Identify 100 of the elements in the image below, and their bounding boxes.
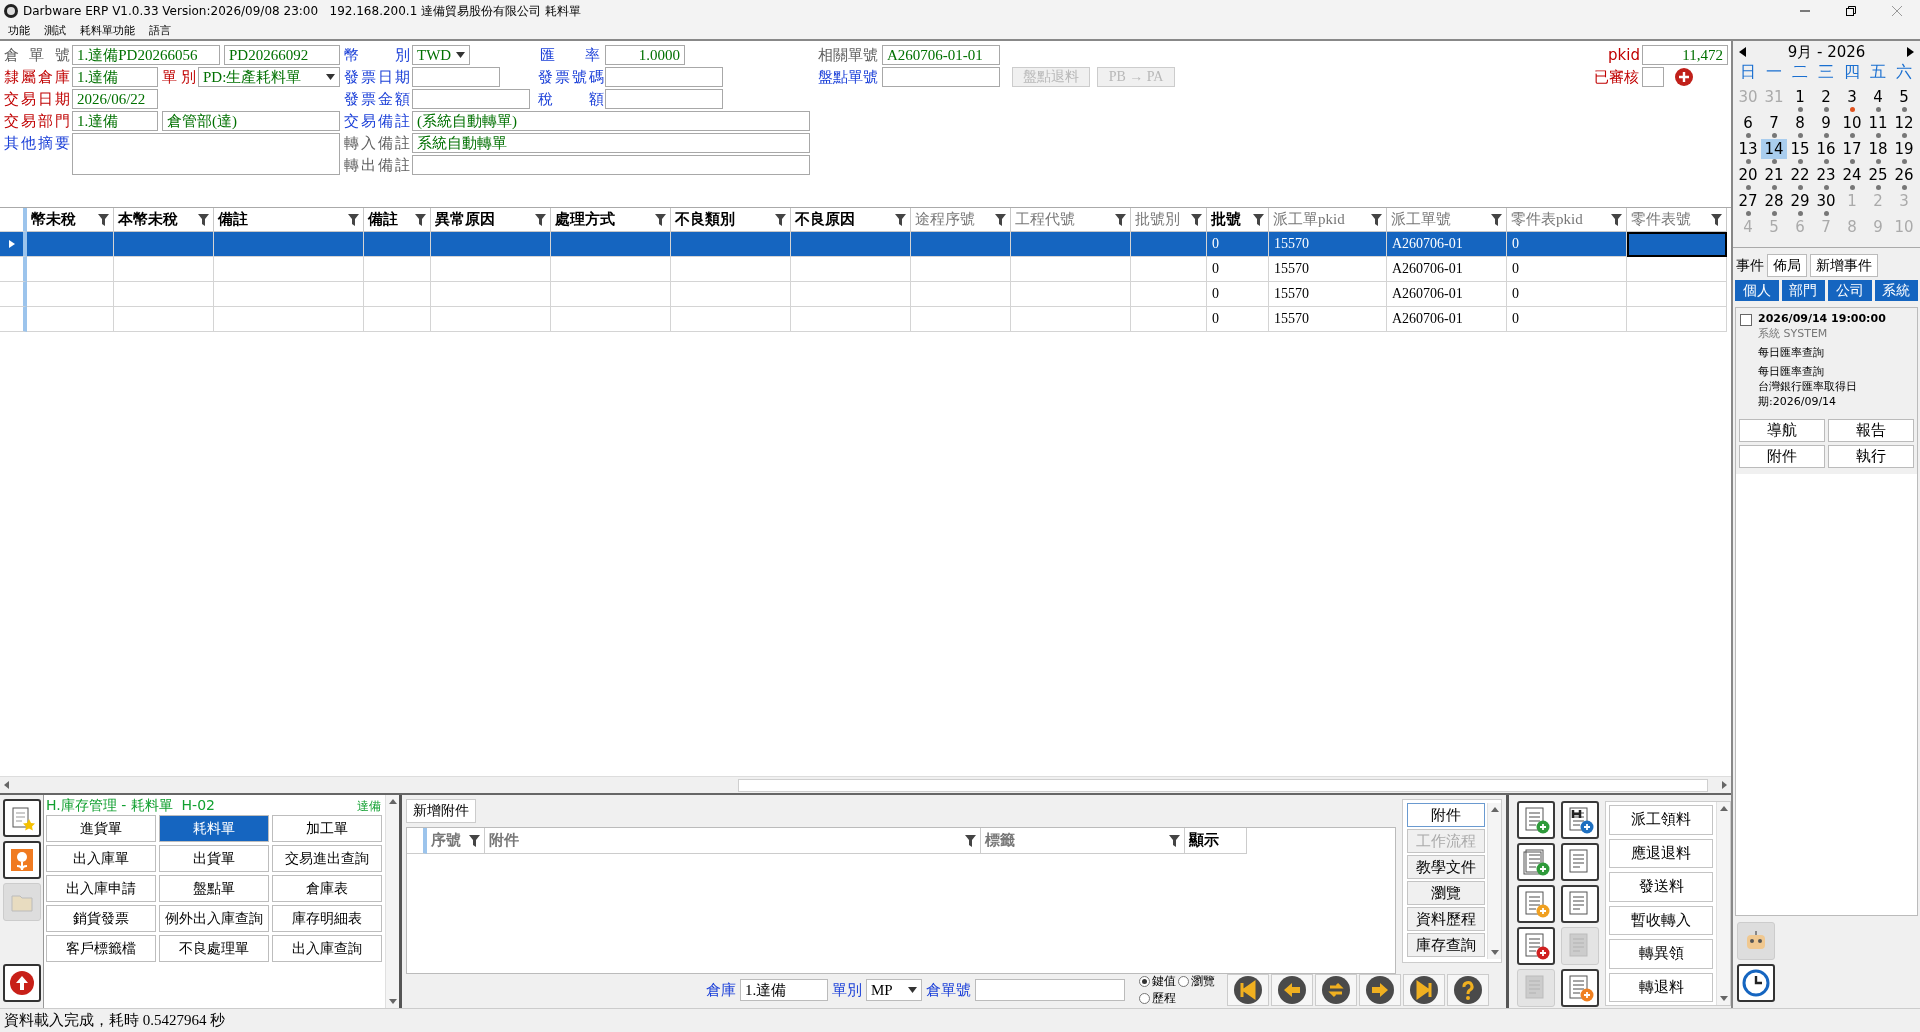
docs-add-button[interactable] <box>1517 843 1555 881</box>
event-tab[interactable]: 公司 <box>1828 280 1872 301</box>
checkbox[interactable] <box>1740 314 1752 326</box>
calendar-day[interactable]: 21 <box>1761 165 1787 185</box>
calendar-day[interactable]: 17 <box>1839 139 1865 159</box>
module-button[interactable]: 例外出入庫查詢 <box>159 905 269 932</box>
calendar-day[interactable]: 11 <box>1865 113 1891 133</box>
filter-icon[interactable] <box>775 213 786 226</box>
nav-button[interactable] <box>1447 974 1489 1006</box>
side-button[interactable]: 資料歷程 <box>1407 907 1485 931</box>
input-field[interactable]: (系統自動轉單) <box>412 111 810 131</box>
next-month-icon[interactable] <box>1906 47 1914 57</box>
menu-item[interactable]: 測試 <box>44 23 66 38</box>
filter-icon[interactable] <box>1611 213 1622 226</box>
radio-button[interactable]: 歷程 <box>1139 990 1176 1007</box>
dropdown[interactable]: PD:生產耗料單 <box>198 67 340 87</box>
event-toolbar-button[interactable]: 佈局 <box>1767 254 1807 277</box>
module-button[interactable]: 銷貨發票 <box>46 905 156 932</box>
input-field[interactable]: PD20266092 <box>224 45 340 65</box>
column-header[interactable]: 顯示 <box>1185 828 1247 854</box>
filter-icon[interactable] <box>469 834 480 847</box>
radio-button[interactable]: 瀏覽 <box>1178 973 1215 990</box>
calendar-day[interactable]: 18 <box>1865 139 1891 159</box>
calendar-day[interactable]: 2 <box>1818 87 1834 107</box>
calendar-day[interactable]: 30 <box>1813 191 1839 211</box>
input-field[interactable] <box>412 89 530 109</box>
nav-button[interactable] <box>1315 974 1357 1006</box>
input-field[interactable]: 倉管部(達) <box>162 111 340 131</box>
calendar-day[interactable]: 23 <box>1813 165 1839 185</box>
calendar-day[interactable]: 13 <box>1735 139 1761 159</box>
menu-item[interactable]: 耗料單功能 <box>80 23 135 38</box>
calendar-day[interactable]: 14 <box>1761 139 1787 159</box>
filter-icon[interactable] <box>348 213 359 226</box>
event-action-button[interactable]: 導航 <box>1739 419 1825 442</box>
input-field[interactable]: 1.0000 <box>605 45 685 65</box>
filter-icon[interactable] <box>1191 213 1202 226</box>
calendar-day[interactable]: 7 <box>1766 113 1782 133</box>
module-button[interactable]: 交易進出查詢 <box>272 845 382 872</box>
event-toolbar-button[interactable]: 新增事件 <box>1810 254 1878 277</box>
side-button[interactable]: 教學文件 <box>1407 855 1485 879</box>
side-button[interactable]: 附件 <box>1407 803 1485 827</box>
event-tab[interactable]: 部門 <box>1781 280 1825 301</box>
input-field[interactable]: 11,472 <box>1642 45 1728 65</box>
filter-icon[interactable] <box>895 213 906 226</box>
nav-button[interactable] <box>1271 974 1313 1006</box>
filter-icon[interactable] <box>198 213 209 226</box>
event-tab[interactable]: 系統 <box>1874 280 1918 301</box>
calendar-day[interactable]: 9 <box>1818 113 1834 133</box>
column-header[interactable]: 標籤 <box>981 828 1185 854</box>
filter-icon[interactable] <box>1169 834 1180 847</box>
horizontal-scrollbar[interactable] <box>0 776 1731 793</box>
previous-month-icon[interactable] <box>1739 47 1747 57</box>
doc-add-button[interactable] <box>1517 801 1555 839</box>
nav-button[interactable] <box>1403 974 1445 1006</box>
module-button[interactable]: 耗料單 <box>159 815 269 842</box>
filter-icon[interactable] <box>995 213 1006 226</box>
action-button[interactable]: 轉退料 <box>1609 972 1713 1002</box>
calendar-day[interactable]: 16 <box>1813 139 1839 159</box>
side-button[interactable]: 庫存查詢 <box>1407 933 1485 957</box>
calendar-day[interactable]: 24 <box>1839 165 1865 185</box>
vertical-scrollbar[interactable] <box>1716 802 1730 1005</box>
column-header[interactable]: 附件 <box>485 828 981 854</box>
event-tab[interactable]: 個人 <box>1735 280 1779 301</box>
input-field[interactable]: 系統自動轉單 <box>412 133 810 153</box>
filter-icon[interactable] <box>415 213 426 226</box>
event-action-button[interactable]: 附件 <box>1739 445 1825 468</box>
input-field[interactable] <box>412 67 500 87</box>
filter-icon[interactable] <box>1371 213 1382 226</box>
filter-icon[interactable] <box>1711 213 1722 226</box>
vertical-scrollbar[interactable] <box>1487 803 1501 959</box>
input-field[interactable]: 1.達備 <box>72 111 158 131</box>
filter-icon[interactable] <box>965 834 976 847</box>
menu-item[interactable]: 語言 <box>149 23 171 38</box>
calendar-day[interactable]: 4 <box>1870 87 1886 107</box>
event-action-button[interactable]: 報告 <box>1828 419 1914 442</box>
module-button[interactable]: 加工單 <box>272 815 382 842</box>
nav-button[interactable] <box>1227 974 1269 1006</box>
input-field[interactable]: A260706-01-01 <box>882 45 1000 65</box>
add-icon[interactable] <box>1674 67 1694 87</box>
calendar-day[interactable]: 8 <box>1792 113 1808 133</box>
action-button[interactable]: 應退退料 <box>1609 838 1713 868</box>
action-button[interactable]: 轉異領 <box>1609 939 1713 969</box>
filter-icon[interactable] <box>1253 213 1264 226</box>
module-button[interactable]: 不良處理單 <box>159 935 269 962</box>
menu-item[interactable]: 功能 <box>8 23 30 38</box>
calendar-day[interactable]: 29 <box>1787 191 1813 211</box>
calendar-day[interactable]: 1 <box>1792 87 1808 107</box>
module-button[interactable]: 出入庫單 <box>46 845 156 872</box>
action-button[interactable]: 發送料 <box>1609 872 1713 902</box>
calendar-day[interactable]: 10 <box>1839 113 1865 133</box>
flower-icon[interactable] <box>2 841 41 879</box>
calendar-day[interactable]: 15 <box>1787 139 1813 159</box>
action-button[interactable]: 暫收轉入 <box>1609 905 1713 935</box>
calendar-day[interactable]: 6 <box>1740 113 1756 133</box>
module-button[interactable]: 出入庫申請 <box>46 875 156 902</box>
vertical-scrollbar[interactable] <box>385 795 399 1008</box>
module-button[interactable]: 進貨單 <box>46 815 156 842</box>
module-button[interactable]: 庫存明細表 <box>272 905 382 932</box>
clock-button[interactable] <box>1737 964 1775 1002</box>
filter-icon[interactable] <box>98 213 109 226</box>
